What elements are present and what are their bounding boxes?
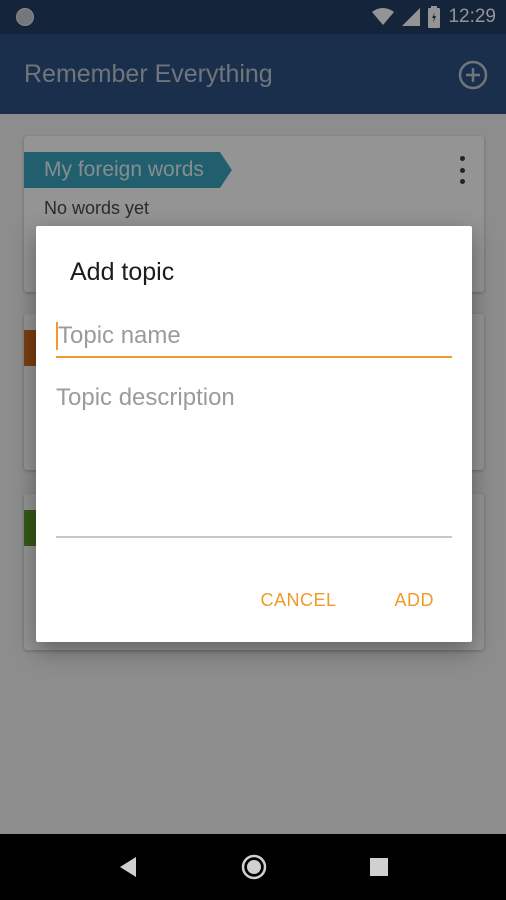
topic-description-input[interactable] [56, 382, 452, 532]
navigation-bar [0, 834, 506, 900]
topic-description-field [56, 382, 452, 538]
cancel-button[interactable]: CANCEL [246, 584, 350, 617]
recents-icon[interactable] [370, 858, 388, 876]
home-icon[interactable] [241, 854, 267, 880]
topic-name-field [56, 318, 452, 358]
add-button[interactable]: ADD [380, 584, 448, 617]
add-topic-dialog: Add topic CANCEL ADD [36, 226, 472, 642]
dialog-title: Add topic [70, 258, 175, 286]
back-icon[interactable] [118, 856, 138, 878]
topic-name-input[interactable] [56, 318, 452, 354]
dialog-actions: CANCEL ADD [246, 582, 448, 618]
